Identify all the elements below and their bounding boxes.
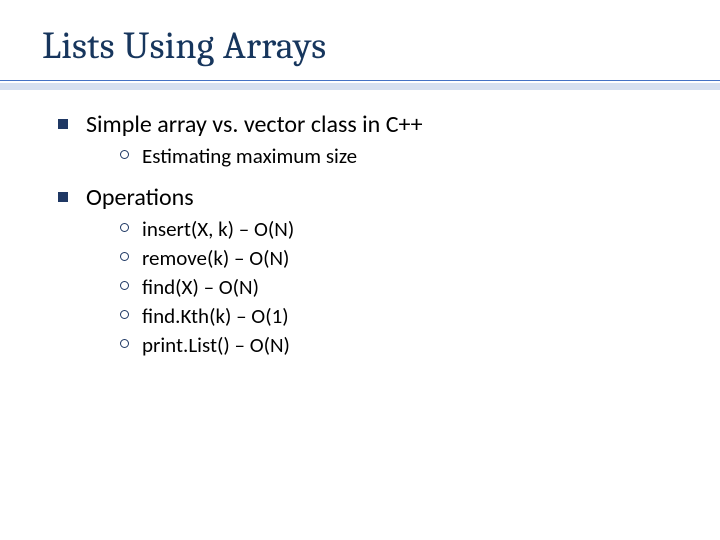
sub-list-item: print.List() – O(N): [114, 332, 670, 358]
slide-title: Lists Using Arrays: [42, 24, 720, 68]
sub-list: Estimating maximum size: [86, 143, 670, 169]
sub-list: insert(X, k) – O(N) remove(k) – O(N) fin…: [86, 216, 670, 358]
sub-list-item: find(X) – O(N): [114, 274, 670, 300]
sub-list-item-label: insert(X, k) – O(N): [142, 216, 294, 242]
sub-list-item: insert(X, k) – O(N): [114, 216, 670, 242]
sub-list-item: Estimating maximum size: [114, 143, 670, 169]
sub-list-item: remove(k) – O(N): [114, 245, 670, 271]
list-item-label: Simple array vs. vector class in C++: [86, 110, 423, 139]
sub-list-item-label: print.List() – O(N): [142, 332, 290, 358]
list-item: Simple array vs. vector class in C++ Est…: [50, 110, 670, 169]
slide-body: Simple array vs. vector class in C++ Est…: [0, 90, 720, 358]
sub-list-item-label: find.Kth(k) – O(1): [142, 303, 289, 329]
sub-list-item: find.Kth(k) – O(1): [114, 303, 670, 329]
slide: Lists Using Arrays Simple array vs. vect…: [0, 0, 720, 540]
sub-list-item-label: find(X) – O(N): [142, 274, 259, 300]
title-area: Lists Using Arrays: [0, 0, 720, 68]
bullet-list: Simple array vs. vector class in C++ Est…: [50, 110, 670, 358]
list-item: Operations insert(X, k) – O(N) remove(k)…: [50, 183, 670, 358]
list-item-label: Operations: [86, 183, 194, 212]
sub-list-item-label: Estimating maximum size: [142, 143, 357, 169]
title-underline: [0, 78, 720, 90]
sub-list-item-label: remove(k) – O(N): [142, 245, 289, 271]
